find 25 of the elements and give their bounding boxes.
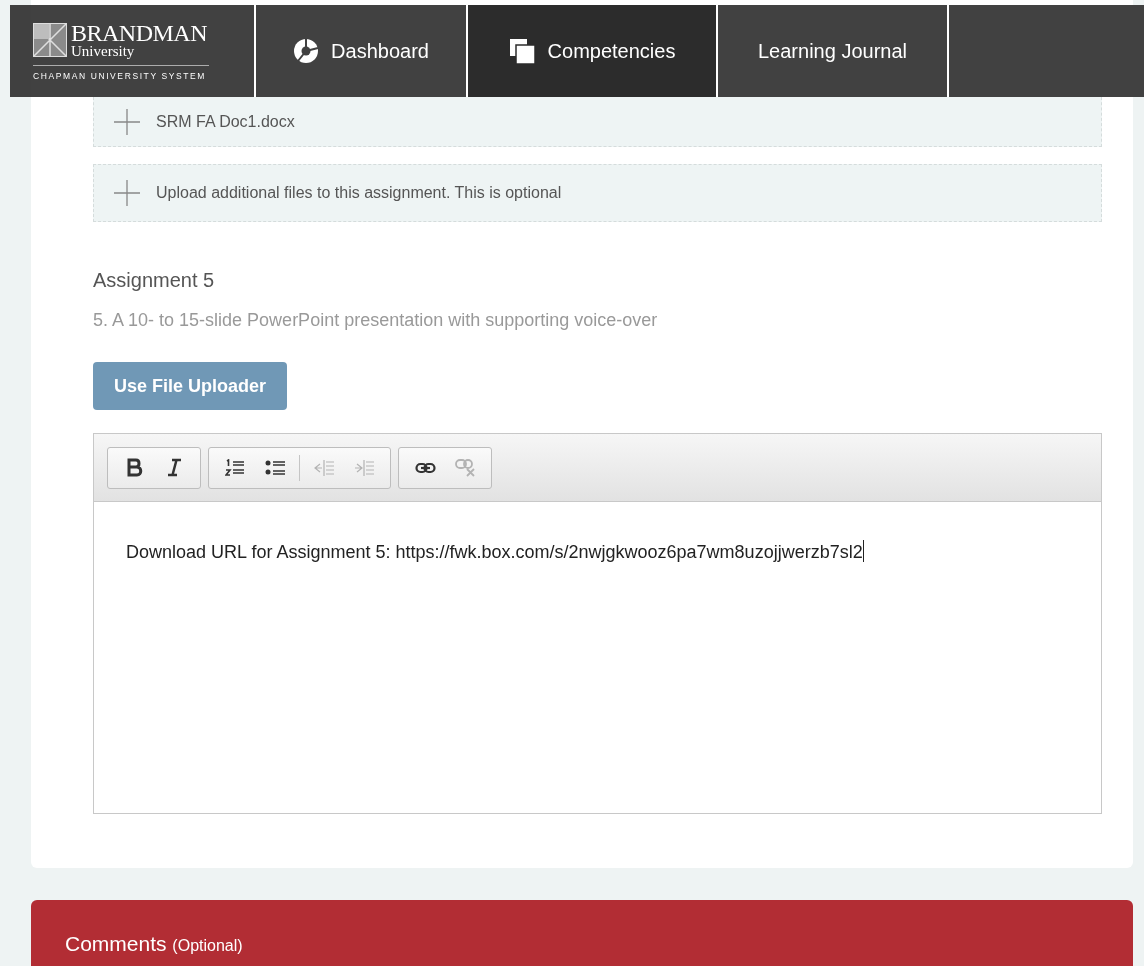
italic-icon	[165, 458, 183, 477]
bold-icon	[125, 458, 143, 477]
link-icon	[414, 460, 436, 475]
pie-chart-icon	[293, 38, 320, 64]
outdent-icon	[313, 458, 335, 477]
nav-tab[interactable]: Competencies	[468, 5, 718, 97]
unlink-icon	[455, 458, 475, 477]
plus-icon	[114, 180, 140, 206]
plus-icon	[114, 108, 140, 135]
assignment-description: 5. A 10- to 15-slide PowerPoint presentation with supporting voice-over	[93, 310, 659, 331]
bulleted-list-icon	[264, 458, 286, 477]
logo-subtitle: University	[71, 43, 136, 59]
assignment-title: Assignment 5	[93, 269, 216, 292]
numbered-list-icon	[225, 458, 245, 477]
logo-mark-icon	[33, 23, 67, 57]
file-row-label: SRM FA Doc1.docx	[156, 112, 295, 131]
file-drop-row[interactable]: Upload additional files to this assignment. This is optional	[93, 164, 1102, 222]
comments-heading: Comments (Optional)	[65, 932, 244, 956]
indent-icon	[353, 458, 375, 477]
file-row-label: Upload additional files to this assignment. This is optional	[156, 184, 562, 202]
logo-name: BRANDMAN	[71, 21, 207, 44]
file-drop-row[interactable]: SRM FA Doc1.docx	[93, 97, 1102, 147]
editor-text-area[interactable]: Download URL for Assignment 5: https://fwk.box.com/s/2nwjgkwooz6pa7wm8uzojjwerzb7sl2	[94, 502, 1101, 813]
stacked-squares-icon	[508, 37, 536, 65]
logo-tagline: CHAPMAN UNIVERSITY SYSTEM	[33, 70, 208, 81]
